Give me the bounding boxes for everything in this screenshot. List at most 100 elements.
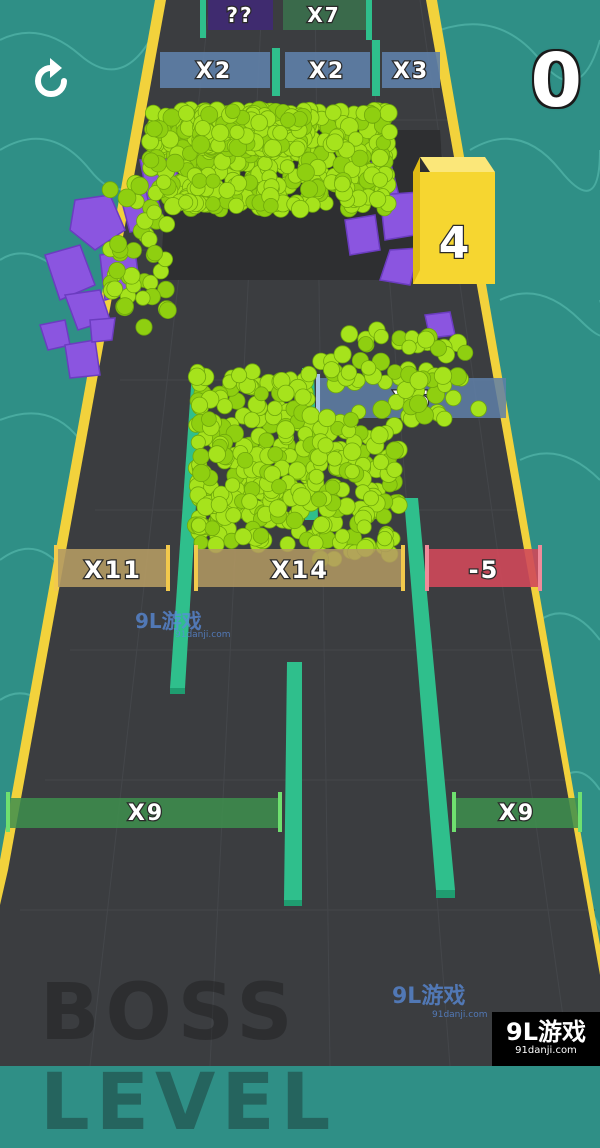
- ball: [445, 389, 462, 407]
- ball: [258, 432, 275, 449]
- ball: [409, 371, 429, 390]
- gate-minus5: -5: [425, 545, 542, 591]
- watermark-bottom-url: 91danji.com: [432, 1010, 488, 1020]
- ball: [218, 181, 236, 199]
- ball: [386, 461, 403, 478]
- ball: [257, 155, 273, 172]
- ball: [146, 244, 164, 262]
- ball: [433, 366, 453, 385]
- ball: [325, 104, 342, 121]
- ball: [381, 123, 398, 141]
- ball: [224, 103, 241, 120]
- ball: [379, 104, 398, 123]
- corner-logo: 9L游戏 91danji.com: [492, 1012, 600, 1066]
- ball: [340, 325, 359, 343]
- ball: [108, 261, 126, 280]
- restart-icon: [35, 58, 67, 97]
- ball: [191, 173, 208, 189]
- ball: [122, 266, 141, 285]
- gate-x14-label: X14: [271, 556, 329, 584]
- ball: [356, 519, 372, 535]
- score-counter: 0: [530, 38, 583, 124]
- gate-x7-label: X7: [307, 3, 340, 27]
- ball: [263, 138, 282, 158]
- ball: [363, 106, 382, 124]
- ball: [409, 394, 428, 414]
- ball: [101, 181, 119, 199]
- ball: [263, 197, 279, 214]
- ball: [370, 148, 389, 167]
- ball: [204, 520, 221, 537]
- gate-x14: X14: [194, 545, 405, 591]
- gate-x11: X11: [54, 545, 170, 591]
- ball: [288, 140, 306, 158]
- ball: [357, 336, 374, 352]
- ball: [210, 496, 228, 514]
- ball: [368, 190, 387, 208]
- ball: [387, 364, 403, 380]
- ball: [334, 528, 350, 544]
- ball: [236, 451, 254, 469]
- ball: [109, 235, 128, 253]
- ball: [373, 328, 389, 345]
- ball: [229, 124, 245, 140]
- ball: [244, 363, 261, 381]
- ball: [190, 396, 208, 414]
- ball: [192, 463, 211, 483]
- corner-logo-brand: 9L游戏: [506, 1018, 586, 1046]
- number-block: 4: [413, 157, 495, 284]
- ball: [117, 188, 137, 208]
- ball: [216, 398, 233, 415]
- ball: [325, 133, 344, 152]
- ball: [300, 180, 319, 199]
- ball: [135, 290, 151, 306]
- ball: [279, 159, 295, 175]
- ball: [106, 280, 123, 298]
- ball: [159, 301, 177, 320]
- gate-x11-label: X11: [84, 556, 142, 584]
- gate-x2-a-label: X2: [196, 59, 232, 84]
- ball: [191, 517, 207, 533]
- ball: [363, 490, 379, 507]
- ball: [310, 491, 327, 508]
- number-block-label: 4: [439, 218, 472, 269]
- ball: [294, 388, 312, 406]
- ball: [116, 297, 134, 315]
- ball: [243, 411, 261, 429]
- gate-x9-left-label: X9: [128, 801, 164, 826]
- gate-unknown-label: ??: [226, 3, 253, 27]
- ball: [343, 442, 362, 461]
- ball: [190, 434, 206, 450]
- ball: [142, 274, 159, 291]
- ball: [317, 408, 337, 427]
- corner-logo-url: 91danji.com: [515, 1045, 577, 1056]
- ball: [158, 216, 176, 233]
- ball: [317, 437, 334, 454]
- watermark-bottom: 9L游戏 91danji.com: [392, 978, 487, 1020]
- ball: [211, 123, 230, 142]
- ball: [268, 499, 287, 518]
- ball: [385, 441, 404, 460]
- ball: [372, 400, 392, 419]
- ball: [333, 345, 352, 364]
- gate-x7: X7: [283, 0, 366, 30]
- ball: [277, 384, 295, 403]
- ball: [436, 410, 453, 427]
- restart-button[interactable]: [26, 56, 76, 106]
- ball: [322, 361, 340, 379]
- ball: [252, 527, 270, 544]
- ball: [135, 318, 153, 336]
- ball: [146, 204, 163, 221]
- ball: [285, 511, 304, 530]
- ball: [201, 411, 217, 427]
- ball: [228, 197, 245, 214]
- ball: [312, 516, 330, 534]
- ball: [187, 367, 207, 386]
- ball: [205, 196, 221, 212]
- ball: [308, 468, 325, 485]
- ball: [296, 163, 315, 182]
- ball: [205, 173, 221, 189]
- ball: [389, 496, 408, 515]
- gate-x9-right: X9: [452, 792, 582, 832]
- ball: [165, 153, 185, 173]
